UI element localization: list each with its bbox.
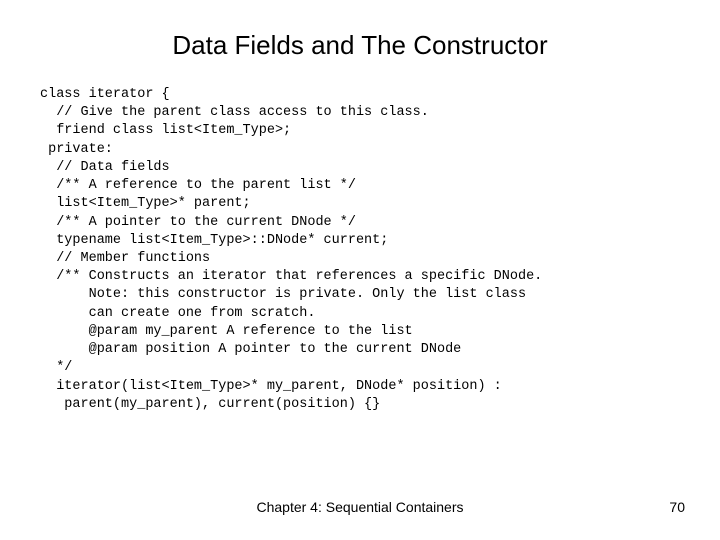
code-block: class iterator { // Give the parent clas… [40, 86, 680, 414]
footer-text: Chapter 4: Sequential Containers [0, 499, 720, 515]
page-number: 70 [669, 499, 685, 515]
slide: Data Fields and The Constructor class it… [0, 0, 720, 540]
slide-title: Data Fields and The Constructor [40, 30, 680, 61]
